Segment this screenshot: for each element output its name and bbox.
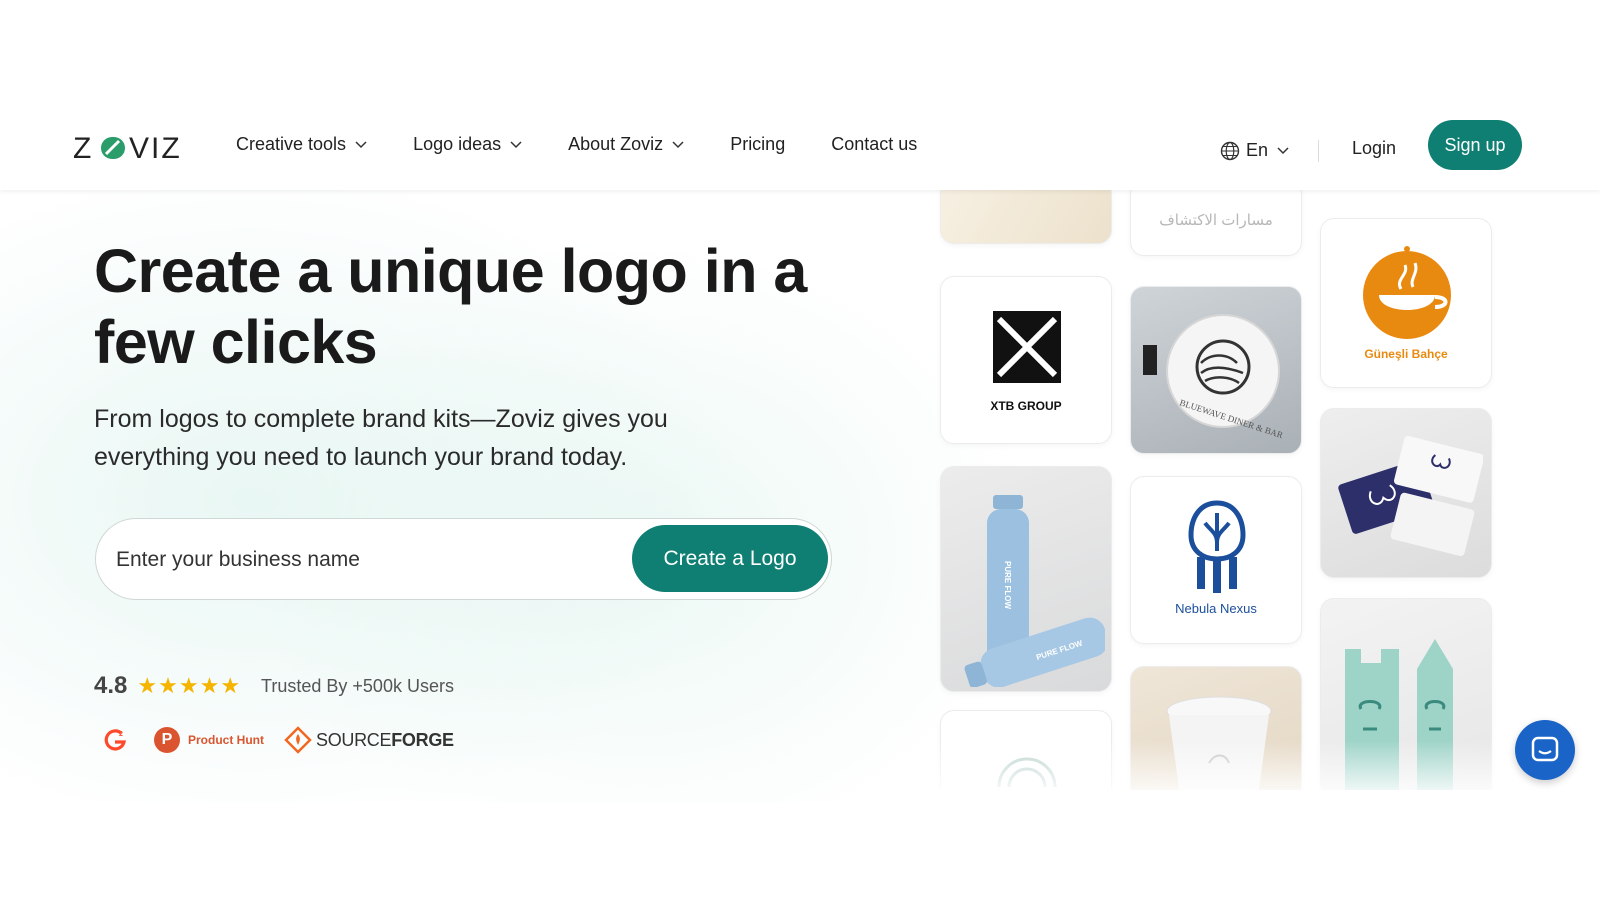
login-link[interactable]: Login	[1352, 138, 1396, 159]
gallery-card-bottles[interactable]: PURE FLOW PURE FLOW	[940, 466, 1112, 692]
review-badges: 2 P Product Hunt SOURCEFORGE	[102, 726, 454, 754]
chevron-down-icon	[355, 140, 367, 148]
rating-row: 4.8 ★ ★ ★ ★ ★ Trusted By +500k Users	[94, 672, 454, 700]
language-label: En	[1246, 140, 1269, 160]
star-icon: ★	[178, 673, 199, 698]
sourceforge-badge[interactable]: SOURCEFORGE	[284, 726, 454, 754]
nav-about-zoviz[interactable]: About Zoviz	[568, 134, 684, 155]
product-hunt-icon: P	[154, 727, 180, 753]
logo-gallery: XTB GROUP PURE FLOW PURE FLOW مسارات الا…	[930, 190, 1510, 790]
sourceforge-label: SOURCEFORGE	[316, 730, 454, 751]
nav-divider	[1318, 140, 1319, 162]
main-nav: Creative tools Logo ideas About Zoviz Pr…	[236, 134, 963, 155]
product-hunt-badge[interactable]: P Product Hunt	[154, 727, 264, 753]
star-icon: ★	[137, 673, 158, 698]
hero-subtext: From logos to complete brand kits—Zoviz …	[94, 405, 668, 471]
nebula-logo-icon	[1188, 500, 1246, 593]
globe-icon	[1220, 141, 1240, 160]
business-cards-image	[1338, 436, 1483, 557]
nav-pricing[interactable]: Pricing	[730, 134, 785, 155]
gunesli-label: Güneşli Bahçe	[1364, 347, 1448, 361]
trusted-text: Trusted By +500k Users	[261, 675, 454, 696]
svg-text:VIZ: VIZ	[129, 132, 182, 164]
nav-label: Contact us	[831, 134, 918, 154]
chat-icon	[1531, 736, 1559, 762]
gallery-card-xtb[interactable]: XTB GROUP	[940, 276, 1112, 444]
nav-label: Pricing	[730, 134, 786, 154]
business-name-form: Create a Logo	[95, 518, 832, 600]
star-icon: ★	[220, 673, 241, 698]
nav-label: Logo ideas	[413, 134, 502, 154]
svg-text:2: 2	[119, 731, 123, 738]
gallery-card-gunesli[interactable]: Güneşli Bahçe	[1320, 218, 1492, 388]
chevron-down-icon	[672, 140, 684, 148]
sourceforge-label-light: SOURCE	[316, 729, 392, 750]
nav-label: About Zoviz	[568, 134, 664, 154]
create-logo-button[interactable]: Create a Logo	[632, 525, 828, 592]
gallery-card-business-cards[interactable]	[1320, 408, 1492, 578]
chat-launcher-button[interactable]	[1515, 720, 1575, 780]
hero-headline: Create a unique logo in a few clicks	[94, 237, 807, 376]
sourceforge-icon	[284, 726, 312, 754]
sourceforge-label-bold: FORGE	[391, 729, 454, 750]
nav-label: Creative tools	[236, 134, 347, 154]
svg-text:Z: Z	[73, 132, 93, 164]
xtb-label: XTB GROUP	[990, 399, 1062, 413]
rating-stars: ★ ★ ★ ★ ★	[137, 673, 241, 699]
bottle-mockup-image: PURE FLOW PURE FLOW	[964, 495, 1105, 687]
gallery-card-nebula[interactable]: Nebula Nexus	[1130, 476, 1302, 644]
xtb-logo-icon	[993, 311, 1061, 383]
g2-logo[interactable]: 2	[102, 727, 128, 753]
bluewave-sign-image: BLUEWAVE DINER & BAR	[1143, 314, 1284, 440]
chevron-down-icon	[510, 140, 522, 148]
star-icon: ★	[199, 673, 220, 698]
business-name-input[interactable]	[116, 543, 616, 577]
rating-value: 4.8	[94, 672, 128, 699]
nav-contact-us[interactable]: Contact us	[831, 134, 917, 155]
product-hunt-label: Product Hunt	[188, 733, 264, 747]
star-icon: ★	[158, 673, 178, 698]
gunesli-logo-icon	[1363, 246, 1451, 339]
gallery-fade	[930, 740, 1510, 800]
gallery-card-cream[interactable]	[940, 190, 1112, 244]
chevron-down-icon	[1277, 146, 1289, 154]
gallery-card-arabic[interactable]: مسارات الاكتشاف	[1130, 190, 1302, 256]
nebula-label: Nebula Nexus	[1175, 601, 1257, 616]
top-navbar: Z VIZ Creative tools Logo ideas About Zo…	[0, 104, 1600, 190]
language-selector[interactable]: En	[1220, 140, 1295, 161]
nav-logo-ideas[interactable]: Logo ideas	[413, 134, 522, 155]
arabic-label: مسارات الاكتشاف	[1159, 212, 1273, 229]
zoviz-logo[interactable]: Z VIZ	[73, 132, 197, 164]
signup-button[interactable]: Sign up	[1428, 120, 1522, 170]
bottle-text-vertical: PURE FLOW	[1003, 561, 1012, 609]
nav-creative-tools[interactable]: Creative tools	[236, 134, 367, 155]
gallery-card-bluewave[interactable]: BLUEWAVE DINER & BAR	[1130, 286, 1302, 454]
